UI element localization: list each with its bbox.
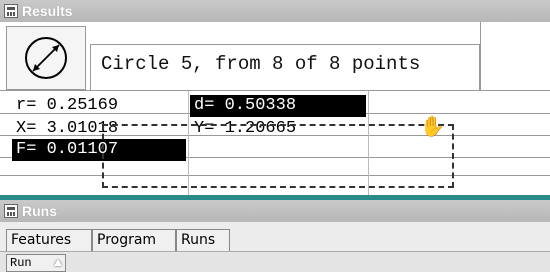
result-cell-d[interactable]: d= 0.50338 [190,95,366,117]
runs-column-header-row: Run [0,252,550,272]
results-titlebar[interactable]: Results [0,0,550,22]
sort-ascending-icon [54,259,62,266]
column-header-run[interactable]: Run [6,254,66,272]
results-window-icon [4,4,18,18]
feature-title: Circle 5, from 8 of 8 points [90,44,480,90]
results-grid: r= 0.25169 d= 0.50338 X= 3.01018 Y= 1.20… [0,90,550,196]
tab-program[interactable]: Program [92,229,176,251]
column-header-label: Run [10,256,32,270]
drag-selection-outline [102,124,454,188]
tab-features[interactable]: Features [6,229,92,251]
runs-tabs: Features Program Runs [0,222,550,252]
runs-window-icon [4,204,18,218]
results-title: Results [22,3,73,19]
runs-title: Runs [22,203,57,219]
runs-titlebar[interactable]: Runs [0,200,550,222]
results-header: Circle 5, from 8 of 8 points [0,22,550,90]
tab-runs[interactable]: Runs [176,229,230,251]
result-cell-r[interactable]: r= 0.25169 [12,95,186,117]
circle-diameter-icon [6,26,86,90]
hand-grab-icon: ✋ [420,116,445,138]
